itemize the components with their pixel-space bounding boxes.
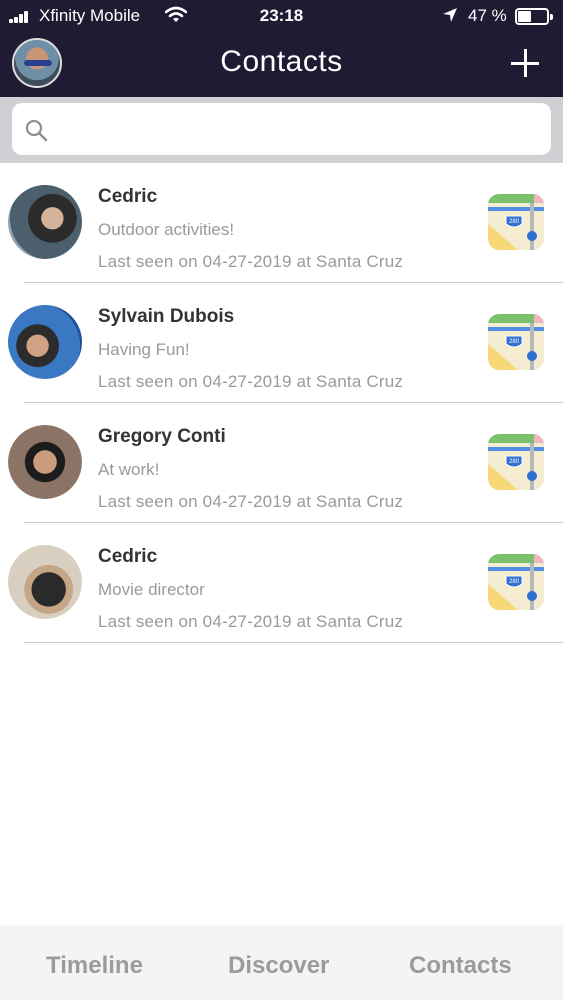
map-badge-text: 280 [509, 459, 520, 465]
tab-timeline[interactable]: Timeline [46, 952, 143, 980]
contact-status: Having Fun! [98, 340, 190, 359]
page-title: Contacts [220, 45, 343, 78]
battery-icon [515, 8, 553, 25]
contact-last-seen: Last seen on 04-27-2019 at Santa Cruz [98, 492, 404, 511]
status-bar: Xfinity Mobile 23:18 47 % [0, 0, 563, 32]
add-contact-button[interactable] [508, 46, 542, 80]
contact-status: Outdoor activities! [98, 220, 235, 239]
search-icon [25, 119, 48, 142]
contact-row[interactable]: Gregory Conti At work! Last seen on 04-2… [0, 403, 563, 523]
contact-status: At work! [98, 460, 160, 479]
location-arrow-icon [443, 8, 457, 22]
contact-row[interactable]: Sylvain Dubois Having Fun! Last seen on … [0, 283, 563, 403]
tab-bar: Timeline Discover Contacts [0, 925, 563, 1000]
search-input[interactable] [58, 108, 538, 148]
contact-avatar[interactable] [8, 185, 82, 259]
contact-name: Cedric [98, 186, 158, 207]
contact-avatar[interactable] [8, 305, 82, 379]
map-badge-text: 280 [509, 219, 520, 225]
maps-icon[interactable]: 280 [488, 554, 544, 610]
battery-percent: 47 % [468, 6, 507, 25]
contact-avatar[interactable] [8, 425, 82, 499]
contact-name: Cedric [98, 546, 158, 567]
contacts-list: Cedric Outdoor activities! Last seen on … [0, 163, 563, 643]
contact-row[interactable]: Cedric Movie director Last seen on 04-27… [0, 523, 563, 643]
contact-last-seen: Last seen on 04-27-2019 at Santa Cruz [98, 372, 404, 391]
row-divider [24, 642, 563, 643]
app-header: Xfinity Mobile 23:18 47 % Contacts [0, 0, 563, 97]
contact-last-seen: Last seen on 04-27-2019 at Santa Cruz [98, 252, 404, 271]
contact-last-seen: Last seen on 04-27-2019 at Santa Cruz [98, 612, 404, 631]
contact-name: Gregory Conti [98, 426, 226, 447]
contact-row[interactable]: Cedric Outdoor activities! Last seen on … [0, 163, 563, 283]
map-badge-text: 280 [509, 339, 520, 345]
contact-status: Movie director [98, 580, 205, 599]
contact-name: Sylvain Dubois [98, 306, 235, 327]
tab-discover[interactable]: Discover [228, 952, 329, 980]
maps-icon[interactable]: 280 [488, 314, 544, 370]
contact-avatar[interactable] [8, 545, 82, 619]
tab-contacts[interactable]: Contacts [409, 952, 512, 980]
maps-icon[interactable]: 280 [488, 434, 544, 490]
maps-icon[interactable]: 280 [488, 194, 544, 250]
map-badge-text: 280 [509, 579, 520, 585]
